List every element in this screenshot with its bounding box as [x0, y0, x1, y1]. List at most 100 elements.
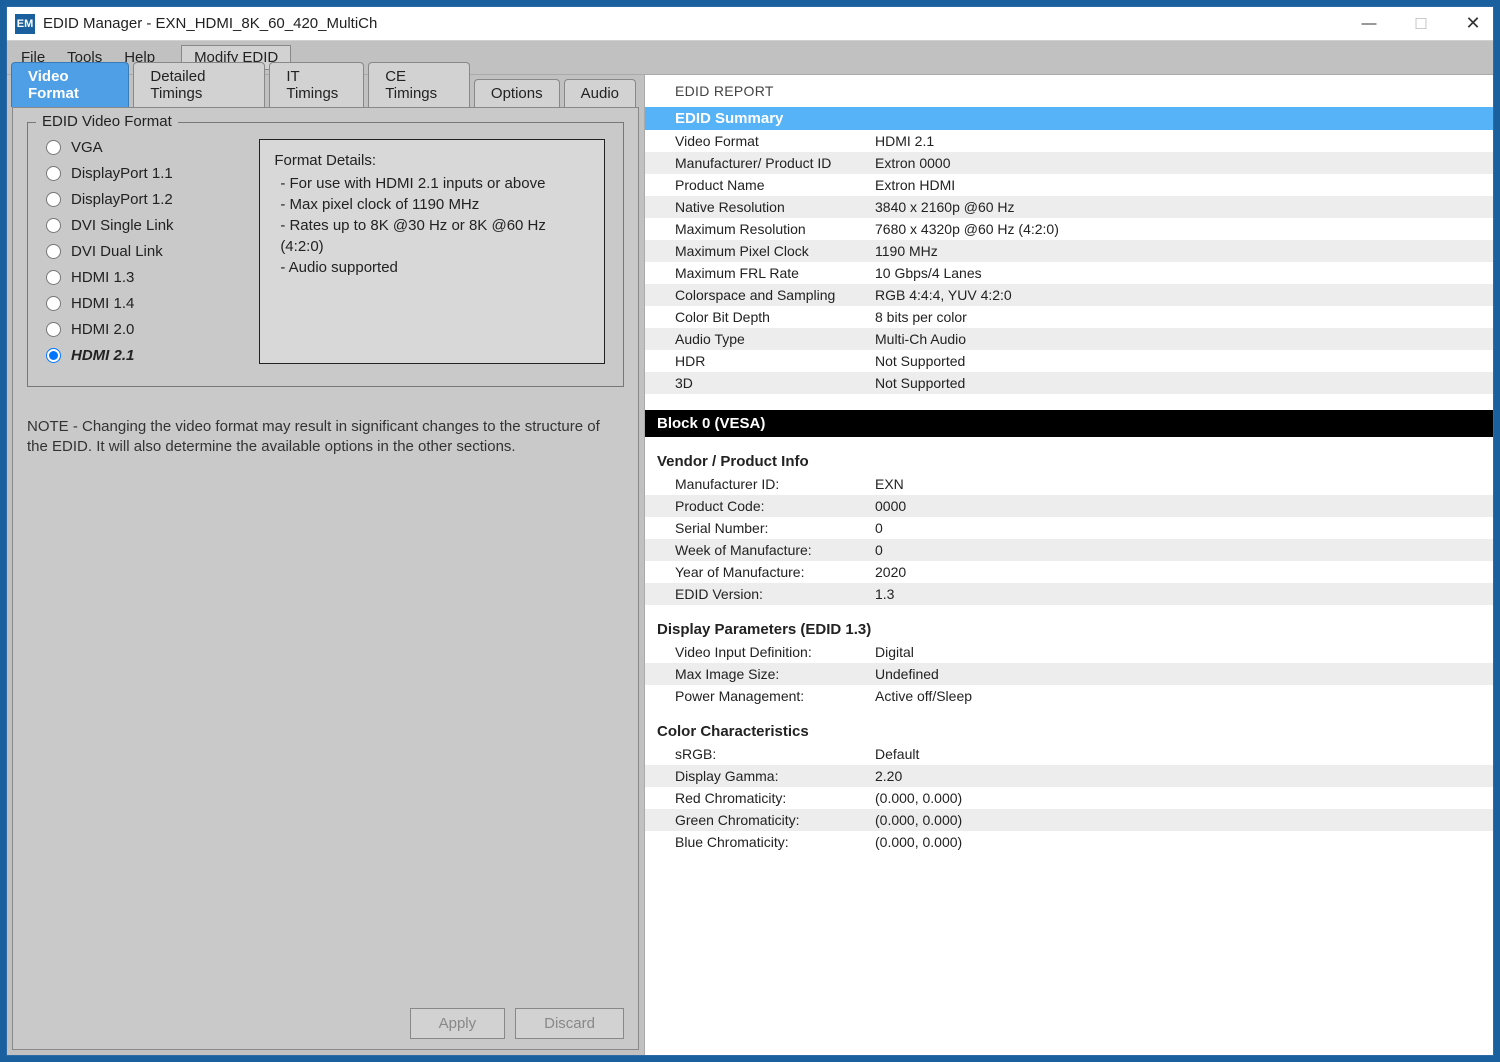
summary-row: 3DNot Supported [645, 372, 1493, 394]
section-value: 0000 [875, 498, 1493, 514]
section-key: Manufacturer ID: [675, 476, 875, 492]
details-line: - For use with HDMI 2.1 inputs or above [280, 173, 590, 194]
summary-value: 7680 x 4320p @60 Hz (4:2:0) [875, 221, 1493, 237]
summary-value: HDMI 2.1 [875, 133, 1493, 149]
radio-hdmi-13[interactable]: HDMI 1.3 [46, 269, 243, 286]
summary-key: Colorspace and Sampling [675, 287, 875, 303]
minimize-button[interactable]: — [1357, 15, 1381, 32]
summary-row: Maximum Resolution7680 x 4320p @60 Hz (4… [645, 218, 1493, 240]
radio-dvi-dual[interactable]: DVI Dual Link [46, 243, 243, 260]
block0-header: Block 0 (VESA) [645, 410, 1493, 437]
details-line: - Audio supported [280, 257, 590, 278]
section-key: Green Chromaticity: [675, 812, 875, 828]
section-key: Display Gamma: [675, 768, 875, 784]
section-row: Green Chromaticity:(0.000, 0.000) [645, 809, 1493, 831]
tab-options[interactable]: Options [474, 79, 560, 107]
maximize-button[interactable]: ☐ [1409, 15, 1433, 33]
section-key: Video Input Definition: [675, 644, 875, 660]
radio-label: VGA [71, 139, 103, 156]
summary-key: Product Name [675, 177, 875, 193]
radio-label: DVI Dual Link [71, 243, 163, 260]
section-row: Red Chromaticity:(0.000, 0.000) [645, 787, 1493, 809]
tab-video-format[interactable]: Video Format [11, 62, 129, 107]
section-row: sRGB:Default [645, 743, 1493, 765]
video-format-group: EDID Video Format VGA DisplayPort 1.1 Di… [27, 122, 624, 387]
close-button[interactable]: ✕ [1461, 13, 1485, 34]
summary-row: Product NameExtron HDMI [645, 174, 1493, 196]
summary-header: EDID Summary [645, 107, 1493, 130]
radio-label: DisplayPort 1.1 [71, 165, 173, 182]
section-row: Video Input Definition:Digital [645, 641, 1493, 663]
section-row: Blue Chromaticity:(0.000, 0.000) [645, 831, 1493, 853]
summary-key: Audio Type [675, 331, 875, 347]
summary-row: HDRNot Supported [645, 350, 1493, 372]
summary-key: Color Bit Depth [675, 309, 875, 325]
section-row: Display Gamma:2.20 [645, 765, 1493, 787]
summary-row: Colorspace and SamplingRGB 4:4:4, YUV 4:… [645, 284, 1493, 306]
section-value: Undefined [875, 666, 1493, 682]
tab-it-timings[interactable]: IT Timings [269, 62, 364, 107]
apply-button[interactable]: Apply [410, 1008, 506, 1039]
summary-key: Maximum FRL Rate [675, 265, 875, 281]
summary-key: Native Resolution [675, 199, 875, 215]
discard-button[interactable]: Discard [515, 1008, 624, 1039]
group-legend: EDID Video Format [36, 113, 178, 130]
summary-value: Multi-Ch Audio [875, 331, 1493, 347]
section-key: Max Image Size: [675, 666, 875, 682]
summary-row: Color Bit Depth8 bits per color [645, 306, 1493, 328]
radio-label: HDMI 1.3 [71, 269, 134, 286]
summary-value: 1190 MHz [875, 243, 1493, 259]
summary-value: Not Supported [875, 353, 1493, 369]
section-value: 0 [875, 542, 1493, 558]
tab-row: Video Format Detailed Timings IT Timings… [7, 75, 644, 107]
section-key: Blue Chromaticity: [675, 834, 875, 850]
summary-value: 3840 x 2160p @60 Hz [875, 199, 1493, 215]
section-key: Red Chromaticity: [675, 790, 875, 806]
details-line: - Max pixel clock of 1190 MHz [280, 194, 590, 215]
summary-key: Maximum Pixel Clock [675, 243, 875, 259]
radio-hdmi-20[interactable]: HDMI 2.0 [46, 321, 243, 338]
bottom-buttons: Apply Discard [27, 998, 624, 1039]
section-value: Digital [875, 644, 1493, 660]
section-header: Display Parameters (EDID 1.3) [645, 605, 1493, 641]
window-title: EDID Manager - EXN_HDMI_8K_60_420_MultiC… [43, 15, 377, 32]
summary-key: Video Format [675, 133, 875, 149]
summary-value: 10 Gbps/4 Lanes [875, 265, 1493, 281]
summary-rows: Video FormatHDMI 2.1Manufacturer/ Produc… [645, 130, 1493, 394]
tab-ce-timings[interactable]: CE Timings [368, 62, 470, 107]
radio-hdmi-14[interactable]: HDMI 1.4 [46, 295, 243, 312]
radio-displayport-12[interactable]: DisplayPort 1.2 [46, 191, 243, 208]
radio-displayport-11[interactable]: DisplayPort 1.1 [46, 165, 243, 182]
section-value: EXN [875, 476, 1493, 492]
tab-detailed-timings[interactable]: Detailed Timings [133, 62, 265, 107]
window-controls: — ☐ ✕ [1357, 13, 1485, 34]
tab-audio[interactable]: Audio [564, 79, 636, 107]
report-sections: Vendor / Product Info Manufacturer ID:EXN… [645, 437, 1493, 853]
details-line: - Rates up to 8K @30 Hz or 8K @60 Hz (4:… [280, 215, 590, 257]
section-value: 2020 [875, 564, 1493, 580]
summary-key: HDR [675, 353, 875, 369]
section-key: sRGB: [675, 746, 875, 762]
summary-key: Manufacturer/ Product ID [675, 155, 875, 171]
summary-key: 3D [675, 375, 875, 391]
section-value: Default [875, 746, 1493, 762]
section-value: 0 [875, 520, 1493, 536]
summary-row: Native Resolution3840 x 2160p @60 Hz [645, 196, 1493, 218]
tab-body: EDID Video Format VGA DisplayPort 1.1 Di… [12, 107, 639, 1050]
report-header: EDID REPORT [645, 75, 1493, 107]
radio-dvi-single[interactable]: DVI Single Link [46, 217, 243, 234]
app-window: EM EDID Manager - EXN_HDMI_8K_60_420_Mul… [6, 6, 1494, 1056]
section-header: Vendor / Product Info [645, 437, 1493, 473]
radio-vga[interactable]: VGA [46, 139, 243, 156]
report-body[interactable]: EDID Summary Video FormatHDMI 2.1Manufac… [645, 107, 1493, 1055]
summary-row: Video FormatHDMI 2.1 [645, 130, 1493, 152]
section-key: Power Management: [675, 688, 875, 704]
radio-label: DVI Single Link [71, 217, 174, 234]
section-value: Active off/Sleep [875, 688, 1493, 704]
summary-value: RGB 4:4:4, YUV 4:2:0 [875, 287, 1493, 303]
section-value: (0.000, 0.000) [875, 834, 1493, 850]
summary-value: 8 bits per color [875, 309, 1493, 325]
radio-hdmi-21[interactable]: HDMI 2.1 [46, 347, 243, 364]
radio-label: HDMI 1.4 [71, 295, 134, 312]
section-value: 2.20 [875, 768, 1493, 784]
